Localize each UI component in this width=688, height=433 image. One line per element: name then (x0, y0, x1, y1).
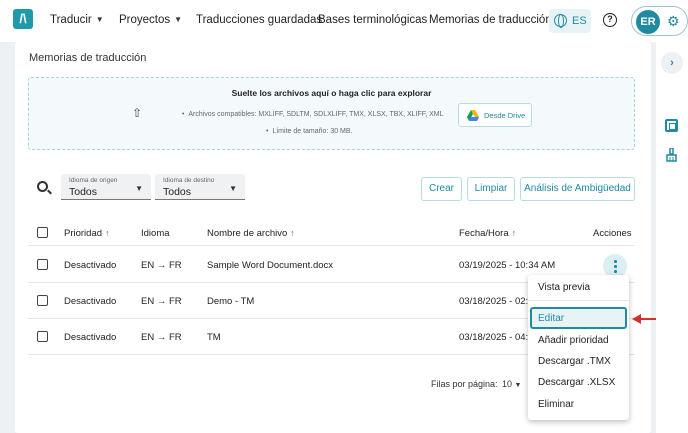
dropzone-size-limit: • Límite de tamaño: 30 MB. (266, 128, 353, 135)
search-icon[interactable] (37, 181, 48, 192)
column-header-actions: Acciones (593, 228, 632, 239)
chevron-down-icon: ▼ (95, 15, 104, 24)
row-datetime: 03/18/2025 - 04:19 (459, 332, 539, 343)
sort-arrow-icon: ↑ (105, 228, 110, 238)
sort-arrow-icon: ↑ (511, 228, 517, 238)
nav-item-bases-terminologicas[interactable]: Bases terminológicas (318, 14, 427, 26)
menu-item-add-priority[interactable]: Añadir prioridad (538, 335, 609, 346)
row-language-pair: EN → FR (141, 296, 182, 307)
gear-icon[interactable]: ⚙ (667, 13, 680, 30)
column-header-language: Idioma (141, 228, 170, 239)
row-checkbox[interactable] (37, 295, 48, 306)
google-drive-icon (467, 110, 479, 121)
avatar[interactable]: ER (636, 10, 660, 34)
translation-memory-icon[interactable] (665, 119, 678, 132)
globe-icon (554, 14, 567, 28)
row-checkbox[interactable] (37, 331, 48, 342)
row-actions-menu: Vista previa Editar Añadir prioridad Des… (528, 275, 629, 420)
target-language-value: Todos (163, 186, 192, 198)
divider (528, 300, 629, 301)
source-language-label: Idioma de origen (69, 177, 118, 184)
source-language-value: Todos (69, 186, 98, 198)
row-datetime: 03/19/2025 - 10:34 AM (459, 260, 556, 271)
target-language-select[interactable]: Idioma de destino Todos ▼ (155, 174, 245, 200)
file-dropzone[interactable]: Suelte los archivos aquí o haga clic par… (28, 77, 635, 150)
target-language-label: Idioma de destino (163, 177, 215, 184)
create-button[interactable]: Crear (421, 177, 462, 201)
row-filename[interactable]: TM (207, 332, 221, 343)
row-checkbox[interactable] (37, 259, 48, 270)
row-datetime: 03/18/2025 - 02:04 (459, 296, 539, 307)
rows-per-page-label: Filas por página: (431, 379, 498, 389)
divider (28, 245, 635, 246)
google-drive-label: Desde Drive (484, 111, 526, 120)
right-sidebar: › (656, 42, 688, 433)
select-all-checkbox[interactable] (37, 227, 48, 238)
menu-item-download-tmx[interactable]: Descargar .TMX (538, 356, 611, 367)
column-header-priority[interactable]: Prioridad ↑ (64, 228, 110, 239)
top-nav-bar: /\ Traducir ▼ Proyectos ▼ Traducciones gua… (0, 0, 688, 42)
expand-chevron-icon[interactable]: › (661, 52, 683, 74)
row-priority: Desactivado (64, 260, 117, 271)
sort-arrow-icon: ↑ (290, 228, 295, 238)
row-priority: Desactivado (64, 332, 117, 343)
chevron-down-icon: ▼ (135, 184, 143, 193)
broom-icon[interactable] (666, 148, 677, 162)
annotation-arrow-head (632, 314, 641, 324)
page-title: Memorias de traducción (29, 52, 147, 64)
rows-per-page-select[interactable]: 10 ▼ (502, 379, 521, 389)
language-code: ES (572, 15, 587, 27)
menu-item-delete[interactable]: Eliminar (538, 399, 574, 410)
user-menu[interactable]: ER ⚙ (631, 6, 688, 36)
google-drive-button[interactable]: Desde Drive (458, 103, 532, 127)
dropzone-formats: • Archivos compatibles: MXLIFF, SDLTM, S… (182, 111, 444, 118)
clear-button[interactable]: Limpiar (467, 177, 515, 201)
source-language-select[interactable]: Idioma de origen Todos ▼ (61, 174, 151, 200)
nav-item-traducir[interactable]: Traducir ▼ (50, 14, 104, 26)
column-header-datetime[interactable]: Fecha/Hora ↑ (459, 228, 516, 239)
column-header-filename[interactable]: Nombre de archivo ↑ (207, 228, 295, 239)
menu-item-download-xlsx[interactable]: Descargar .XLSX (538, 377, 615, 388)
language-selector[interactable]: ES (549, 9, 591, 33)
app-logo[interactable]: /\ (13, 9, 33, 29)
row-filename[interactable]: Demo - TM (207, 296, 254, 307)
kebab-dot (614, 260, 617, 263)
row-language-pair: EN → FR (141, 260, 182, 271)
row-priority: Desactivado (64, 296, 117, 307)
chevron-down-icon: ▼ (174, 15, 183, 24)
upload-icon: ⇧ (132, 106, 143, 120)
help-icon[interactable]: ? (603, 13, 617, 27)
chevron-down-icon: ▼ (229, 184, 237, 193)
row-language-pair: EN → FR (141, 332, 182, 343)
nav-item-proyectos[interactable]: Proyectos ▼ (119, 14, 182, 26)
nav-item-memorias-de-traduccion[interactable]: Memorias de traducción (429, 14, 552, 26)
dropzone-title: Suelte los archivos aquí o haga clic par… (231, 88, 432, 98)
nav-item-traducciones-guardadas[interactable]: Traducciones guardadas (196, 14, 322, 26)
menu-item-preview[interactable]: Vista previa (538, 282, 590, 293)
chevron-down-icon: ▼ (514, 382, 522, 389)
row-filename[interactable]: Sample Word Document.docx (207, 260, 333, 271)
kebab-dot (614, 265, 617, 268)
menu-item-edit[interactable]: Editar (538, 313, 564, 324)
ambiguity-analysis-button[interactable]: Análisis de Ambigüedad (520, 177, 635, 201)
kebab-dot (614, 270, 617, 273)
